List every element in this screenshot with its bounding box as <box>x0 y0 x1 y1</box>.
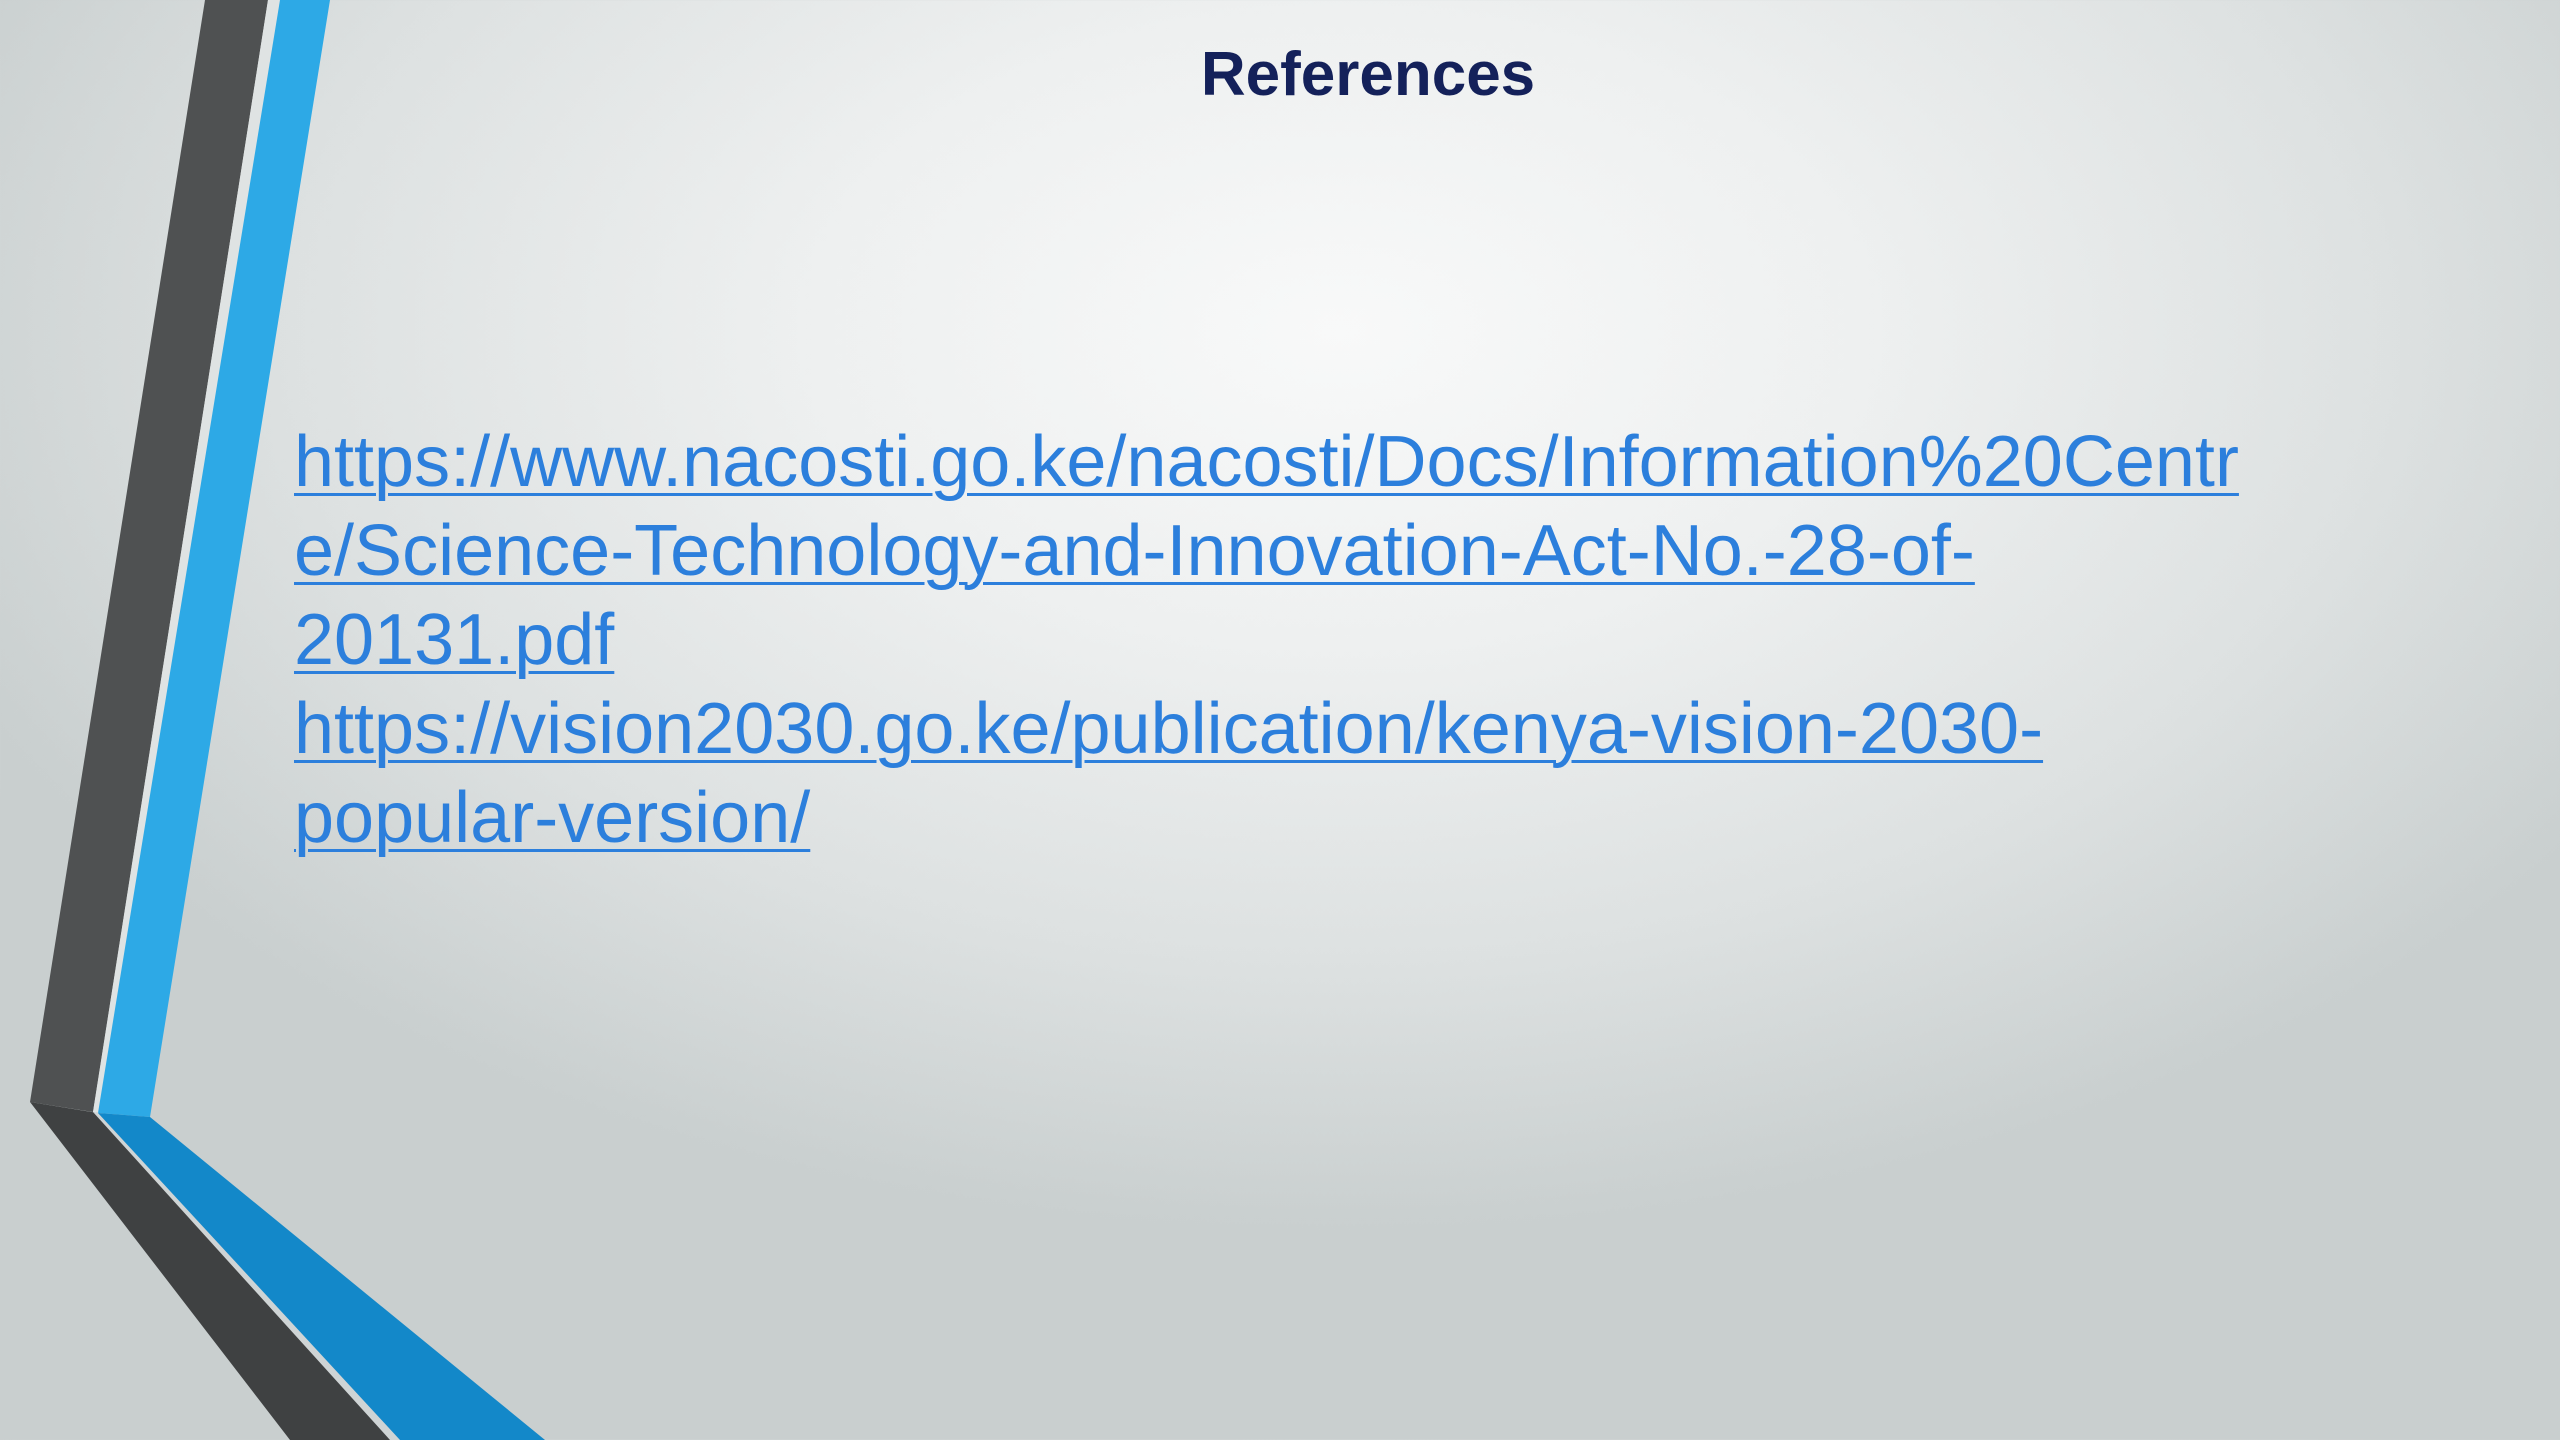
slide: References https://www.nacosti.go.ke/nac… <box>0 0 2560 1440</box>
reference-link-line: 20131.pdf <box>294 600 615 680</box>
reference-link-vision2030[interactable]: https://vision2030.go.ke/publication/ken… <box>294 685 2374 863</box>
reference-link-line: https://www.nacosti.go.ke/nacosti/Docs/I… <box>294 422 2239 502</box>
reference-link-line: https://vision2030.go.ke/publication/ken… <box>294 689 2044 769</box>
reference-link-line: e/Science-Technology-and-Innovation-Act-… <box>294 511 1975 591</box>
dark-diagonal-stripe <box>30 1102 395 1440</box>
reference-link-line: popular-version/ <box>294 778 811 858</box>
reference-link-nacosti[interactable]: https://www.nacosti.go.ke/nacosti/Docs/I… <box>294 418 2374 685</box>
slide-title: References <box>1200 40 1536 109</box>
reference-list: https://www.nacosti.go.ke/nacosti/Docs/I… <box>294 418 2374 863</box>
